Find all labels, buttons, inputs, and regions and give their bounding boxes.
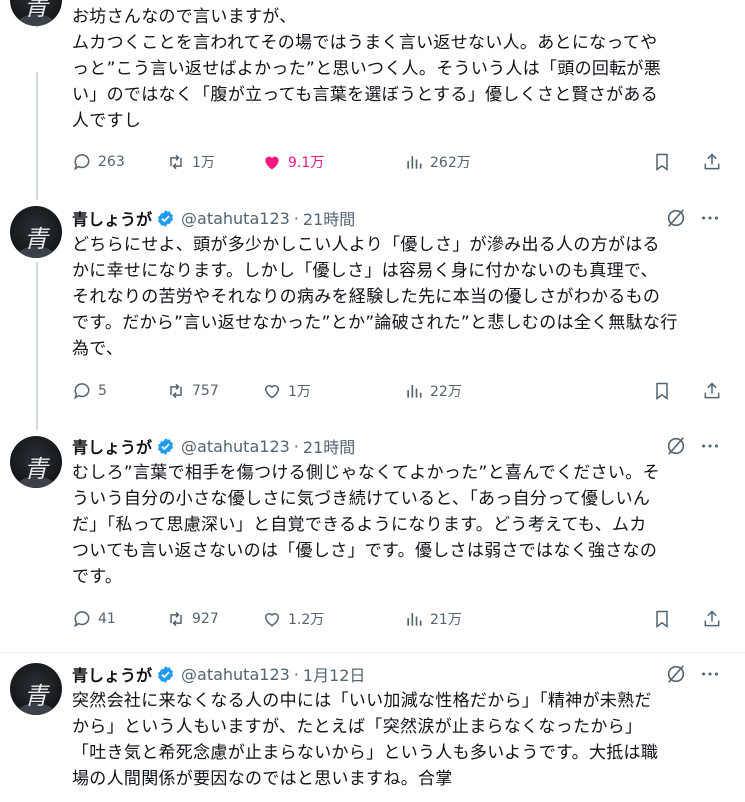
retweet-count: 757	[192, 383, 219, 399]
tweet-actions: 5 757 1万 22万	[72, 376, 722, 406]
tweet-text: むしろ”言葉で相手を傷つける側じゃなくてよかった”と喜んでください。そ ういう自…	[72, 463, 660, 587]
tweet-actions: 41 927 1.2万 21万	[72, 604, 722, 634]
bookmark-icon	[656, 382, 668, 400]
reply-icon	[74, 611, 90, 628]
separator: ·	[293, 664, 299, 684]
reply-button[interactable]: 263	[72, 152, 166, 172]
grok-icon[interactable]	[665, 663, 687, 685]
tweet-text: 突然会社に来なくなる人の中には「いい加減な性格だから」「精神が未熟だ から」とい…	[72, 691, 659, 789]
retweet-button[interactable]: 927	[166, 609, 262, 629]
timestamp[interactable]: 21時間	[303, 206, 355, 230]
verified-badge-icon	[157, 437, 174, 455]
views-icon	[407, 156, 422, 169]
retweet-icon	[170, 383, 182, 399]
views-count: 262万	[430, 155, 471, 171]
display-name[interactable]: 青しょうが	[72, 434, 152, 458]
more-icon[interactable]	[699, 207, 721, 229]
heart-icon	[264, 613, 280, 627]
avatar[interactable]: 青	[10, 0, 62, 26]
retweet-icon	[170, 611, 182, 627]
retweet-icon	[170, 154, 182, 170]
reply-button[interactable]: 5	[72, 381, 166, 401]
views-count: 21万	[430, 612, 462, 628]
reply-icon	[74, 154, 90, 171]
separator: ·	[293, 436, 299, 456]
handle[interactable]: @atahuta123	[181, 665, 290, 684]
like-count: 1万	[288, 384, 311, 400]
verified-badge-icon	[157, 209, 174, 227]
views-button[interactable]: 22万	[404, 381, 554, 401]
views-button[interactable]: 262万	[404, 152, 554, 172]
views-icon	[407, 385, 422, 398]
handle[interactable]: @atahuta123	[181, 437, 290, 456]
avatar[interactable]: 青	[10, 206, 62, 258]
like-count: 9.1万	[288, 155, 325, 171]
reply-count: 41	[98, 611, 116, 627]
reply-button[interactable]: 41	[72, 609, 166, 629]
like-button[interactable]: 1.2万	[262, 609, 404, 629]
bookmark-icon	[656, 153, 668, 171]
display-name[interactable]: 青しょうが	[72, 206, 152, 230]
reply-icon	[74, 383, 90, 400]
retweet-count: 1万	[192, 155, 215, 171]
separator: ·	[293, 208, 299, 228]
grok-icon[interactable]	[665, 435, 687, 457]
retweet-count: 927	[192, 611, 219, 627]
tweet-header: 青しょうが @atahuta123 · 1月12日	[72, 662, 365, 686]
retweet-button[interactable]: 757	[166, 381, 262, 401]
avatar[interactable]: 青	[10, 663, 62, 715]
tweet-text: お坊さんなので言いますが、 ムカつくことを言われてその場ではうまく言い返せない人…	[72, 7, 662, 131]
tweet-header: 青しょうが @atahuta123 · 21時間	[72, 206, 355, 230]
handle[interactable]: @atahuta123	[181, 209, 290, 228]
thread-line	[36, 72, 38, 200]
share-icon	[704, 153, 720, 170]
views-count: 22万	[430, 384, 462, 400]
like-button[interactable]: 1万	[262, 381, 404, 401]
views-icon	[407, 613, 422, 626]
avatar[interactable]: 青	[10, 436, 62, 488]
tweet-header: 青しょうが @atahuta123 · 21時間	[72, 434, 355, 458]
tweet-text: どちらにせよ、頭が多少かしこい人より「優しさ」が滲み出る人の方がはる かに幸せに…	[72, 235, 678, 359]
timestamp[interactable]: 1月12日	[303, 662, 366, 686]
like-count: 1.2万	[288, 612, 325, 628]
bookmark-icon	[656, 610, 668, 628]
display-name[interactable]: 青しょうが	[72, 662, 152, 686]
share-button[interactable]	[702, 381, 722, 401]
divider	[0, 652, 745, 653]
share-button[interactable]	[702, 152, 722, 172]
tweet-actions: 263 1万 9.1万 262万	[72, 147, 722, 177]
views-button[interactable]: 21万	[404, 609, 554, 629]
reply-count: 263	[98, 154, 125, 170]
bookmark-button[interactable]	[652, 609, 672, 629]
share-icon	[704, 382, 720, 399]
bookmark-button[interactable]	[652, 381, 672, 401]
bookmark-button[interactable]	[652, 152, 672, 172]
timestamp[interactable]: 21時間	[303, 434, 355, 458]
retweet-button[interactable]: 1万	[166, 152, 262, 172]
verified-badge-icon	[157, 665, 174, 683]
reply-count: 5	[98, 383, 107, 399]
share-icon	[704, 610, 720, 627]
more-icon[interactable]	[699, 435, 721, 457]
grok-icon[interactable]	[665, 207, 687, 229]
thread-line	[36, 262, 38, 430]
share-button[interactable]	[702, 609, 722, 629]
like-button[interactable]: 9.1万	[262, 152, 404, 172]
heart-icon	[264, 385, 280, 399]
more-icon[interactable]	[699, 663, 721, 685]
heart-icon	[265, 156, 279, 170]
